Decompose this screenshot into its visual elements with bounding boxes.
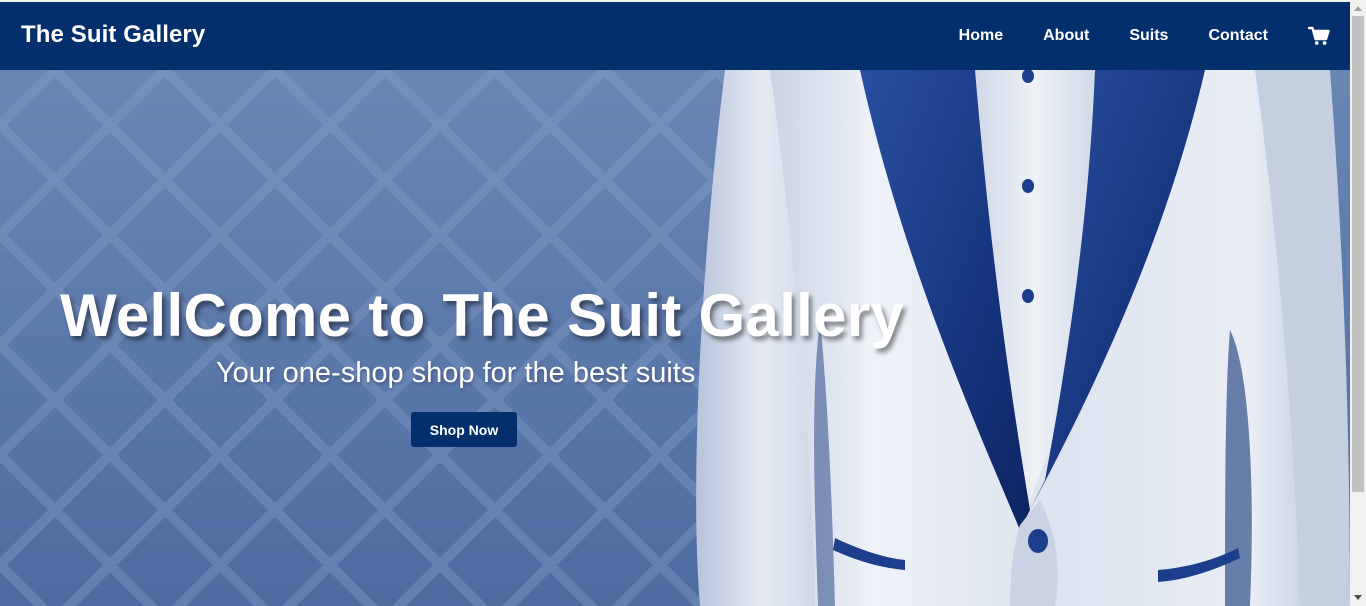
hero-banner: WellCome to The Suit Gallery Your one-sh… bbox=[0, 70, 1350, 606]
navbar: The Suit Gallery Home About Suits Contac… bbox=[0, 2, 1350, 70]
scroll-down-arrow-icon[interactable] bbox=[1354, 595, 1362, 600]
scrollbar-thumb[interactable] bbox=[1352, 16, 1364, 492]
shop-now-button[interactable]: Shop Now bbox=[411, 412, 517, 447]
page: The Suit Gallery Home About Suits Contac… bbox=[0, 0, 1366, 606]
scroll-up-arrow-icon[interactable] bbox=[1354, 6, 1362, 11]
shopping-cart-icon[interactable] bbox=[1307, 26, 1330, 46]
nav-link-home[interactable]: Home bbox=[959, 27, 1003, 45]
hero-title: WellCome to The Suit Gallery bbox=[60, 282, 905, 349]
nav-link-about[interactable]: About bbox=[1043, 27, 1089, 45]
site-logo-text[interactable]: The Suit Gallery bbox=[21, 21, 205, 49]
nav-links: Home About Suits Contact bbox=[959, 2, 1330, 70]
nav-link-contact[interactable]: Contact bbox=[1208, 27, 1268, 45]
hero-subtitle: Your one-shop shop for the best suits bbox=[216, 357, 696, 389]
nav-link-suits[interactable]: Suits bbox=[1129, 27, 1168, 45]
vertical-scrollbar[interactable] bbox=[1350, 0, 1366, 606]
